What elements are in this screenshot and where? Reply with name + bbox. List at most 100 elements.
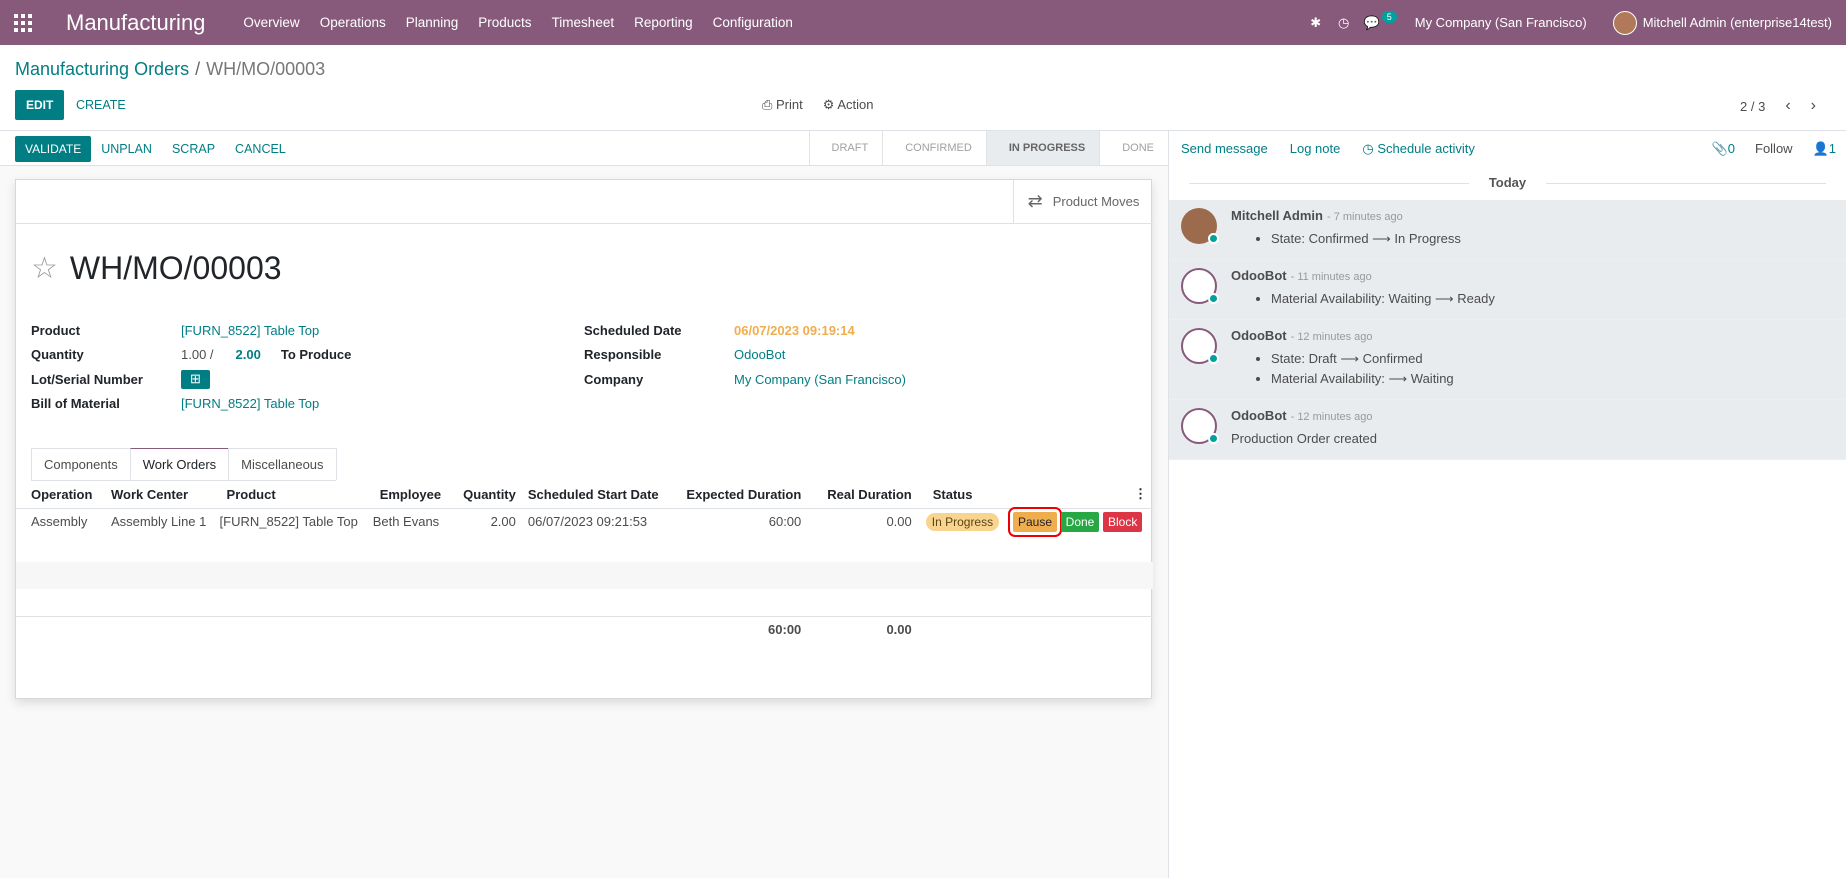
total-real-duration: 0.00 (807, 615, 918, 643)
online-status-icon (1208, 293, 1219, 304)
top-navbar: Manufacturing Overview Operations Planni… (0, 0, 1846, 45)
column-header[interactable]: Real Duration (807, 481, 918, 509)
fields-right: Scheduled Date 06/07/2023 09:19:14 Respo… (584, 318, 1124, 392)
menu-configuration[interactable]: Configuration (703, 15, 803, 30)
cell-work-center: Assembly Line 1 (110, 514, 207, 530)
responsible-field[interactable]: OdooBot (734, 347, 785, 362)
breadcrumb-parent[interactable]: Manufacturing Orders (15, 59, 189, 79)
pager-next-icon[interactable]: › (1811, 97, 1816, 115)
follow-button[interactable]: Follow (1755, 141, 1793, 157)
to-produce-label: To Produce (280, 347, 352, 363)
status-badge: In Progress (925, 513, 1000, 532)
followers-button[interactable]: 👤1 (1813, 141, 1836, 157)
paperclip-icon: 📎 (1711, 141, 1728, 156)
tab-miscellaneous[interactable]: Miscellaneous (228, 448, 337, 480)
send-message-button[interactable]: Send message (1181, 141, 1268, 156)
online-status-icon (1208, 353, 1219, 364)
message-time: - 12 minutes ago (1290, 411, 1373, 423)
unplan-button[interactable]: UNPLAN (91, 136, 162, 162)
company-field[interactable]: My Company (San Francisco) (734, 372, 906, 387)
attachments-button[interactable]: 📎0 (1712, 141, 1735, 157)
chatter-message: OdooBot- 12 minutes ago State: Draft ⟶ C… (1169, 320, 1846, 400)
cell-employee: Beth Evans (372, 514, 440, 530)
menu-timesheet[interactable]: Timesheet (542, 15, 625, 30)
user-menu[interactable]: Mitchell Admin (enterprise14test) (1643, 15, 1832, 30)
stage-draft: DRAFT (808, 131, 883, 165)
control-panel: Manufacturing Orders / WH/MO/00003 EDIT CR… (0, 45, 1846, 131)
cell-quantity: 2.00 (490, 514, 516, 530)
menu-reporting[interactable]: Reporting (624, 15, 703, 30)
create-button[interactable]: CREATE (76, 98, 126, 112)
user-avatar[interactable] (1612, 10, 1637, 35)
tracking-line: State: Confirmed ⟶ In Progress (1271, 231, 1834, 247)
message-time: - 7 minutes ago (1326, 211, 1403, 223)
validate-button[interactable]: VALIDATE (15, 136, 92, 162)
totals-row: 60:00 0.00 (16, 615, 1153, 643)
message-author[interactable]: OdooBot (1231, 328, 1287, 343)
apps-menu-icon[interactable] (0, 0, 46, 45)
scheduled-date-label: Scheduled Date (584, 322, 682, 338)
log-note-button[interactable]: Log note (1290, 141, 1341, 156)
print-button[interactable]: ⎙ Print (762, 97, 803, 113)
exchange-icon: ⇄ (1027, 191, 1043, 211)
column-header[interactable]: Operation (16, 481, 96, 509)
bom-field[interactable]: [FURN_8522] Table Top (181, 396, 319, 411)
message-author[interactable]: OdooBot (1231, 408, 1287, 423)
column-options-icon[interactable]: ⋮ (1003, 481, 1153, 509)
cell-start-date: 06/07/2023 09:21:53 (527, 514, 648, 530)
message-author[interactable]: Mitchell Admin (1231, 208, 1323, 223)
column-header[interactable]: Status (917, 481, 1003, 509)
menu-planning[interactable]: Planning (396, 15, 469, 30)
done-button[interactable]: Done (1060, 511, 1100, 532)
add-lot-button[interactable]: ⊞ (181, 369, 210, 389)
app-name[interactable]: Manufacturing (66, 10, 205, 36)
column-header[interactable]: Employee (364, 481, 445, 509)
form-sheet: ⇄ Product Moves ☆ WH/MO/00003 Product [F… (15, 179, 1153, 699)
column-header[interactable]: Expected Duration (665, 481, 808, 509)
stage-pipeline: DRAFT CONFIRMED IN PROGRESS DONE (808, 131, 1168, 165)
pager-previous-icon[interactable]: ‹ (1785, 97, 1790, 115)
column-header[interactable]: Quantity (444, 481, 522, 509)
print-icon: ⎙ (762, 97, 777, 112)
breadcrumb-current: WH/MO/00003 (206, 59, 326, 79)
cancel-button[interactable]: CANCEL (225, 136, 296, 162)
form-area: VALIDATE UNPLAN SCRAP CANCEL DRAFT CONFI… (0, 131, 1168, 878)
menu-products[interactable]: Products (468, 15, 541, 30)
menu-overview[interactable]: Overview (233, 15, 309, 30)
quantity-label: Quantity (31, 347, 84, 363)
quantity-produced: 1.00 / (181, 347, 214, 363)
column-header[interactable]: Scheduled Start Date (521, 481, 666, 509)
company-switcher[interactable]: My Company (San Francisco) (1415, 15, 1587, 30)
menu-operations[interactable]: Operations (310, 15, 396, 30)
column-header[interactable]: Work Center (95, 481, 212, 509)
gear-icon: ⚙ (822, 97, 838, 112)
table-row[interactable]: Assembly Assembly Line 1 [FURN_8522] Tab… (16, 506, 1153, 537)
tab-work-orders[interactable]: Work Orders (129, 448, 230, 480)
button-box: ⇄ Product Moves (16, 180, 1153, 224)
message-author[interactable]: OdooBot (1231, 268, 1287, 283)
cell-product: [FURN_8522] Table Top (219, 514, 358, 530)
column-header[interactable]: Product (211, 481, 365, 509)
message-count-badge: 5 (1381, 10, 1397, 23)
clock-icon[interactable]: ◷ (1330, 15, 1358, 31)
bug-icon[interactable]: ✱ (1302, 15, 1330, 31)
tab-components[interactable]: Components (31, 448, 131, 480)
schedule-activity-button[interactable]: ◷ Schedule activity (1362, 141, 1475, 157)
block-button[interactable]: Block (1102, 511, 1143, 532)
scheduled-date-field: 06/07/2023 09:19:14 (734, 322, 855, 338)
scrap-button[interactable]: SCRAP (162, 136, 225, 162)
pause-button[interactable]: Pause (1007, 506, 1063, 537)
message-time: - 11 minutes ago (1290, 271, 1372, 283)
lot-label: Lot/Serial Number (31, 371, 143, 387)
user-icon: 👤 (1812, 141, 1829, 156)
fields-left: Product [FURN_8522] Table Top Quantity 1… (31, 318, 551, 416)
stage-done: DONE (1099, 131, 1168, 165)
action-button[interactable]: ⚙ Action (823, 97, 874, 113)
bom-label: Bill of Material (31, 396, 120, 412)
edit-button[interactable]: EDIT (15, 90, 65, 120)
product-moves-button[interactable]: ⇄ Product Moves (1013, 180, 1153, 223)
empty-row (16, 562, 1153, 589)
product-field[interactable]: [FURN_8522] Table Top (181, 323, 319, 338)
star-icon[interactable]: ☆ (31, 251, 58, 286)
pager-value[interactable]: 2 / 3 (1740, 99, 1765, 114)
